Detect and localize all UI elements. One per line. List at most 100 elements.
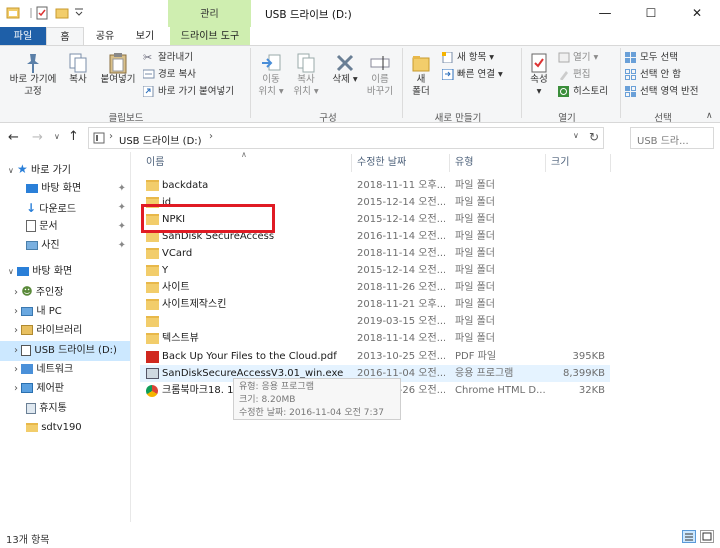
nav-this-pc[interactable]: › 내 PC [14, 302, 62, 322]
nav-quick-access[interactable]: ∨ ★ 바로 가기 [8, 159, 71, 179]
cut-button[interactable]: ✂ 잘라내기 [143, 50, 193, 65]
recent-locations-icon[interactable]: ∨ [54, 132, 60, 141]
nav-libraries[interactable]: › 라이브러리 [14, 321, 82, 341]
nav-downloads[interactable]: ↓ 다운로드 ✦ [26, 198, 130, 218]
nav-usb-drive[interactable]: › USB 드라이브 (D:) [0, 341, 130, 361]
collapse-ribbon-icon[interactable]: ∧ [706, 111, 713, 121]
column-separator[interactable] [351, 154, 352, 172]
pictures-icon [26, 240, 38, 250]
up-arrow-icon[interactable]: ↑ [68, 129, 79, 144]
delete-button[interactable]: 삭제 ▾ [328, 52, 362, 86]
properties-qa-icon[interactable] [35, 6, 49, 20]
large-icons-view-button[interactable] [700, 530, 714, 543]
nav-user[interactable]: › ☻ 주인장 [14, 282, 63, 302]
file-row[interactable]: 텍스트뷰 2018-11-14 오전... 파일 폴더 [140, 330, 610, 347]
forward-arrow-icon[interactable]: → [32, 130, 43, 145]
column-header-size[interactable]: 크기 [551, 154, 569, 172]
nav-control-panel[interactable]: › 제어판 [14, 379, 64, 399]
pin-icon: ✦ [117, 240, 126, 251]
tab-file[interactable]: 파일 [0, 27, 46, 46]
copy-button[interactable]: 복사 [62, 52, 94, 86]
back-arrow-icon[interactable]: ← [8, 130, 19, 145]
nav-quick-access-label: 바로 가기 [31, 165, 71, 176]
search-placeholder: USB 드라... [637, 136, 689, 147]
column-header-modified[interactable]: 수정한 날짜 [357, 154, 406, 172]
nav-documents-label: 문서 [39, 221, 58, 232]
paste-shortcut-label: 바로 가기 붙여넣기 [158, 86, 234, 97]
new-folder-button[interactable]: 새 폴더 [406, 52, 436, 98]
select-none-button[interactable]: 선택 안 함 [625, 67, 681, 82]
copy-to-button[interactable]: 복사 위치 ▾ [290, 52, 322, 98]
folder-icon [146, 299, 159, 310]
nav-documents[interactable]: 문서 ✦ [26, 217, 130, 237]
nav-usb-drive-label: USB 드라이브 (D:) [34, 345, 117, 356]
column-separator[interactable] [449, 154, 450, 172]
file-size: 8,399KB [562, 368, 605, 379]
minimize-button[interactable]: — [582, 0, 628, 27]
select-all-button[interactable]: 모두 선택 [625, 50, 678, 65]
nav-desktop[interactable]: ∨ 바탕 화면 [8, 262, 72, 282]
breadcrumb-path[interactable]: USB 드라이브 (D:) [119, 132, 202, 147]
manage-label: 관리 [200, 9, 219, 20]
nav-desktop-pinned[interactable]: 바탕 화면 ✦ [26, 179, 130, 199]
nav-sdtv[interactable]: sdtv190 [26, 418, 82, 438]
close-button[interactable]: ✕ [674, 0, 720, 27]
file-row[interactable]: 사이트제작스킨 2018-11-21 오후... 파일 폴더 [140, 296, 610, 313]
column-separator[interactable] [545, 154, 546, 172]
properties-button[interactable]: 속성 ▾ [524, 52, 554, 98]
paste-button[interactable]: 붙여넣기 [96, 52, 140, 86]
maximize-button[interactable]: ☐ [628, 0, 674, 27]
details-view-button[interactable] [682, 530, 696, 543]
file-type: 응용 프로그램 [455, 368, 514, 379]
pin-quick-access-button[interactable]: 바로 가기에 고정 [4, 52, 62, 98]
select-group-label: 선택 [654, 113, 672, 124]
file-name: Y [162, 265, 169, 276]
nav-pictures[interactable]: 사진 ✦ [26, 236, 130, 256]
select-all-icon [625, 52, 636, 63]
tab-share[interactable]: 공유 [86, 27, 124, 46]
new-item-button[interactable]: 새 항목 ▾ [442, 50, 494, 65]
new-folder-qa-icon[interactable] [55, 6, 69, 20]
file-row[interactable]: 2019-03-15 오전... 파일 폴더 [140, 313, 610, 330]
search-box[interactable]: USB 드라... [630, 127, 714, 149]
paste-shortcut-button[interactable]: 바로 가기 붙여넣기 [143, 84, 234, 99]
tab-home[interactable]: 홈 [46, 27, 84, 46]
separator-icon [27, 6, 35, 20]
history-button[interactable]: 히스토리 [558, 84, 608, 99]
move-to-button[interactable]: 이동 위치 ▾ [255, 52, 287, 98]
file-row[interactable]: 사이트 2018-11-26 오전... 파일 폴더 [140, 279, 610, 296]
qa-dropdown-icon[interactable] [72, 6, 86, 20]
invert-selection-button[interactable]: 선택 영역 반전 [625, 84, 699, 99]
refresh-icon[interactable]: ↻ [589, 130, 599, 144]
rename-button[interactable]: 이름 바꾸기 [363, 52, 397, 98]
column-separator[interactable] [610, 154, 611, 172]
address-bar[interactable]: › USB 드라이브 (D:) › ∨ ↻ [88, 127, 604, 149]
file-type: 파일 폴더 [455, 282, 495, 293]
edit-button[interactable]: 편집 [558, 67, 591, 82]
address-dropdown-icon[interactable]: ∨ [573, 131, 579, 140]
column-header-name[interactable]: 이름 [146, 154, 164, 172]
rename-icon [370, 56, 390, 70]
copy-path-button[interactable]: 경로 복사 [143, 67, 196, 82]
open-button[interactable]: 열기 ▾ [558, 50, 598, 65]
nav-network[interactable]: › 네트워크 [14, 360, 73, 380]
file-modified: 2018-11-21 오후... [357, 299, 445, 310]
folder-icon [146, 333, 159, 344]
tab-view[interactable]: 보기 [124, 27, 166, 46]
file-row[interactable]: Y 2015-12-14 오전... 파일 폴더 [140, 262, 610, 279]
file-size: 395KB [572, 351, 605, 362]
file-row[interactable]: backdata 2018-11-11 오후... 파일 폴더 [140, 177, 610, 194]
select-all-label: 모두 선택 [640, 52, 679, 63]
file-row[interactable]: Back Up Your Files to the Cloud.pdf 2013-… [140, 348, 610, 365]
pin-label-2: 고정 [24, 86, 42, 97]
file-modified: 2018-11-14 오전... [357, 333, 445, 344]
column-header-type[interactable]: 유형 [455, 154, 473, 172]
easy-access-button[interactable]: 빠른 연결 ▾ [442, 67, 503, 82]
nav-recycle-bin[interactable]: 휴지통 [26, 399, 67, 419]
manage-context-tab[interactable]: 관리 [168, 0, 251, 27]
copy-to-icon [297, 53, 315, 73]
tab-drive-tools[interactable]: 드라이브 도구 [170, 27, 250, 46]
file-row[interactable]: VCard 2018-11-14 오전... 파일 폴더 [140, 245, 610, 262]
folder-icon [26, 422, 38, 432]
edit-icon [560, 71, 568, 80]
